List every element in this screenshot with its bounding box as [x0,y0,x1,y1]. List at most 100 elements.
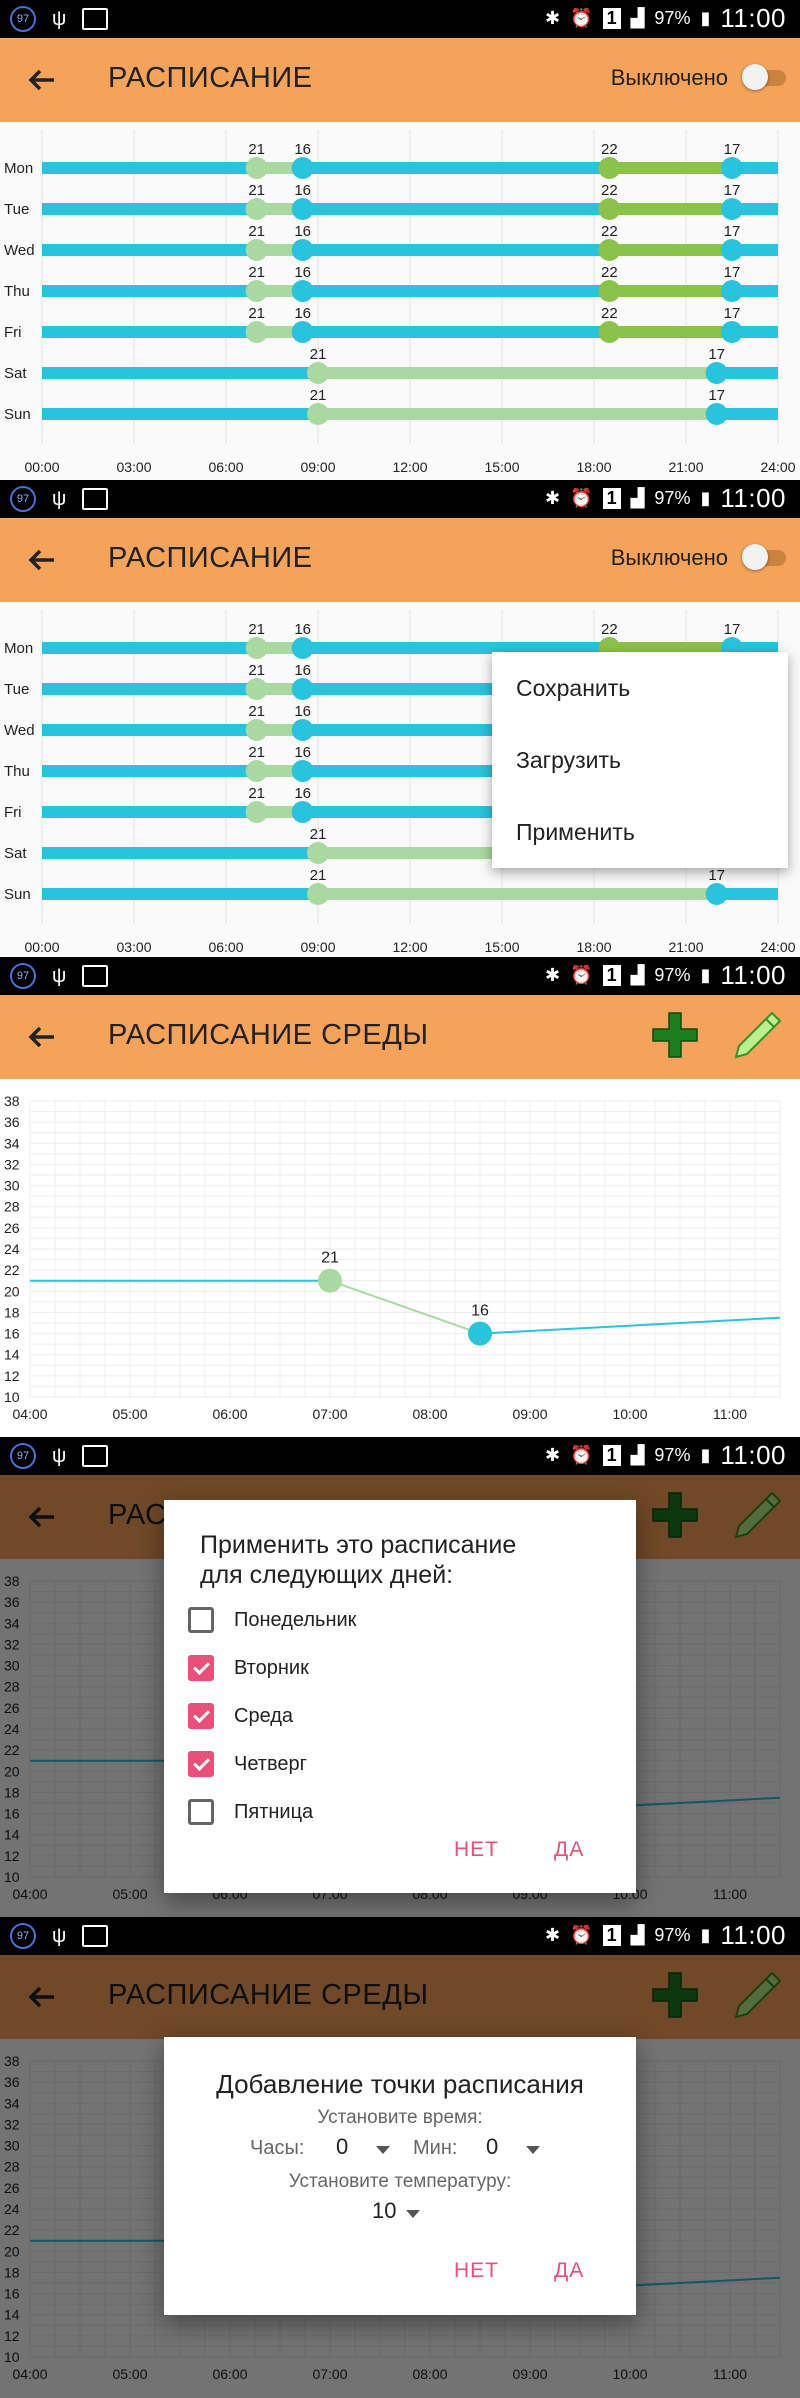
signal-icon: ▟ [630,8,645,28]
day-checkbox-thursday[interactable]: Четверг [188,1744,307,1784]
edit-pencil-icon[interactable] [730,1009,784,1063]
point-temperature-label: 17 [708,867,725,884]
x-tick-label: 08:00 [412,1406,447,1422]
schedule-point[interactable] [307,362,329,384]
temperature-spinner[interactable]: 10 [372,2198,421,2224]
app-bar: РАСПИСАНИЕ СРЕДЫ [0,995,800,1079]
time-tick-label: 18:00 [576,939,611,955]
schedule-point[interactable] [245,801,268,823]
schedule-point[interactable] [291,801,314,823]
schedule-point[interactable] [245,198,268,220]
sim-icon: 1 [602,488,621,509]
schedule-point[interactable] [307,883,329,905]
schedule-point[interactable] [721,157,743,179]
schedule-point[interactable] [245,321,268,343]
schedule-point[interactable] [291,719,314,741]
schedule-point[interactable] [705,403,728,425]
schedule-point[interactable] [598,321,621,343]
point-temperature-label: 21 [248,621,265,638]
checkbox[interactable] [188,1751,214,1777]
point-temperature-label: 17 [724,182,741,199]
battery-icon: ▮ [700,1925,711,1945]
schedule-point[interactable] [291,157,314,179]
schedule-segment [302,203,610,215]
schedule-point[interactable] [245,760,268,782]
ok-button[interactable]: ДА [554,1838,584,1862]
data-point[interactable] [468,1321,492,1346]
schedule-segment [609,285,732,297]
schedule-segment [42,408,318,420]
day-label: Sun [4,406,31,423]
schedule-point[interactable] [245,280,268,302]
schedule-point[interactable] [291,760,314,782]
y-tick-label: 22 [4,1262,20,1278]
back-arrow-icon[interactable] [22,540,62,580]
time-tick-label: 21:00 [668,459,703,475]
day-checkbox-wednesday[interactable]: Среда [188,1696,293,1736]
day-label: Fri [4,324,22,341]
schedule-point[interactable] [721,198,743,220]
checkbox[interactable] [188,1703,214,1729]
schedule-point[interactable] [245,719,268,741]
checkbox[interactable] [188,1655,214,1681]
schedule-segment [42,888,318,900]
back-arrow-icon[interactable] [22,1017,62,1057]
schedule-point[interactable] [705,883,728,905]
schedule-point[interactable] [291,198,314,220]
notification-badge: 97 [10,1923,36,1949]
menu-item-save[interactable]: Сохранить [492,652,788,724]
schedule-point[interactable] [291,321,314,343]
schedule-point[interactable] [245,637,268,659]
back-arrow-icon[interactable] [22,60,62,100]
weekly-schedule: 00:00 03:00 06:00 09:00 12:00 15:00 18:00 21:00… [0,122,800,480]
cancel-button[interactable]: НЕТ [454,1838,499,1862]
schedule-point[interactable] [721,280,743,302]
schedule-point[interactable] [598,157,621,179]
schedule-point[interactable] [245,157,268,179]
add-point-icon[interactable] [650,1010,700,1060]
menu-item-apply[interactable]: Применить [492,796,788,868]
checkbox[interactable] [188,1607,214,1633]
enable-switch[interactable] [742,64,786,90]
schedule-segment [609,203,732,215]
schedule-point[interactable] [598,280,621,302]
dropdown-arrow-icon [376,2145,391,2154]
hours-spinner[interactable]: 0 [336,2134,391,2160]
point-temperature-label: 21 [248,785,265,802]
schedule-point[interactable] [598,239,621,261]
schedule-point[interactable] [291,280,314,302]
schedule-point[interactable] [291,678,314,700]
schedule-segment [42,162,257,174]
schedule-point[interactable] [291,239,314,261]
day-label: Tue [4,201,29,218]
schedule-point[interactable] [245,239,268,261]
schedule-point[interactable] [705,362,728,384]
day-checkbox-monday[interactable]: Понедельник [188,1600,356,1640]
point-temperature-label: 17 [724,141,741,158]
y-tick-label: 10 [4,1389,20,1405]
day-checkbox-friday[interactable]: Пятница [188,1792,313,1832]
day-checkbox-tuesday[interactable]: Вторник [188,1648,309,1688]
switch-label: Выключено [610,545,728,570]
time-tick-label: 00:00 [24,939,59,955]
day-label: Sat [4,845,27,862]
schedule-point[interactable] [307,842,329,864]
schedule-point[interactable] [721,239,743,261]
enable-switch[interactable] [742,544,786,570]
cancel-button[interactable]: НЕТ [454,2259,499,2283]
schedule-point[interactable] [598,198,621,220]
schedule-segment [318,408,717,420]
schedule-point[interactable] [307,403,329,425]
y-tick-label: 36 [4,1114,20,1130]
minutes-spinner[interactable]: 0 [486,2134,541,2160]
menu-item-load[interactable]: Загрузить [492,724,788,796]
checkbox[interactable] [188,1799,214,1825]
point-temperature-label: 22 [601,141,618,158]
ok-button[interactable]: ДА [554,2259,584,2283]
y-tick-label: 24 [4,1241,20,1257]
battery-icon: ▮ [700,8,711,28]
schedule-point[interactable] [291,637,314,659]
schedule-point[interactable] [721,321,743,343]
schedule-point[interactable] [245,678,268,700]
data-point[interactable] [318,1268,342,1293]
